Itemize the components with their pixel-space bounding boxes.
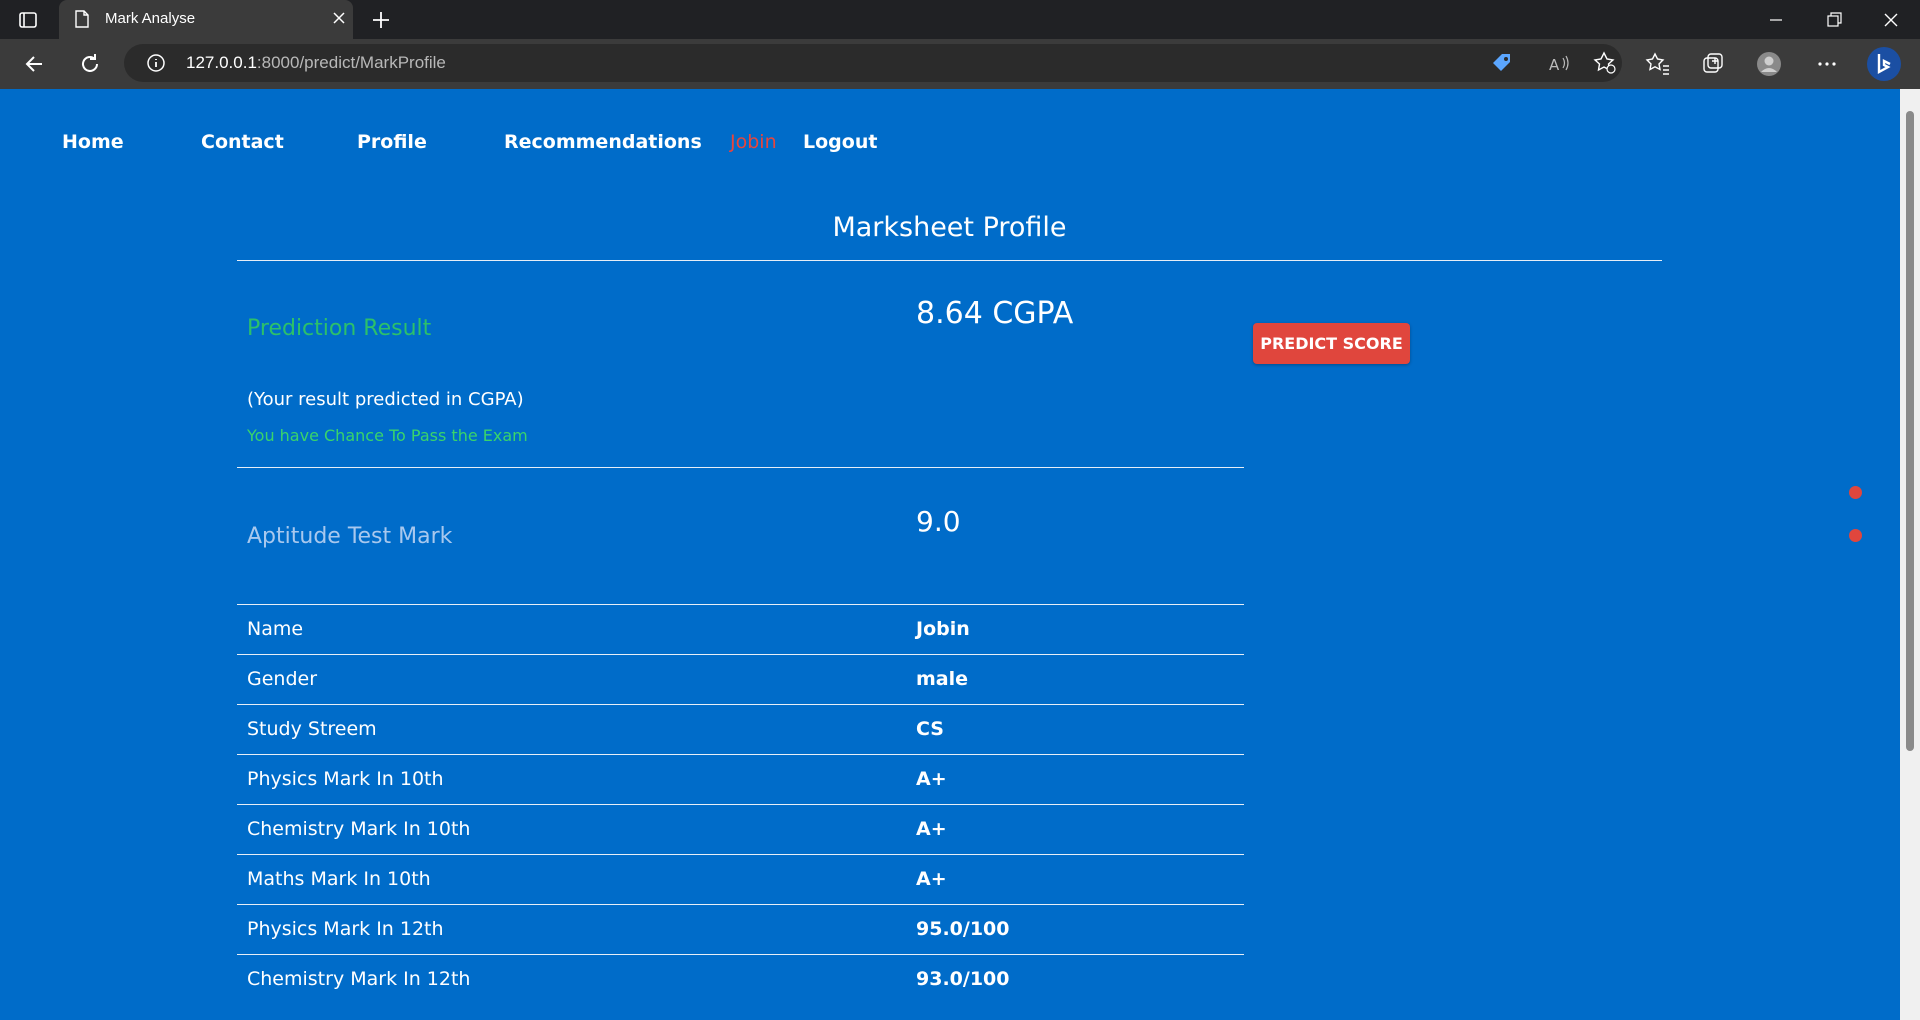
nav-recommendations[interactable]: Recommendations — [504, 131, 702, 153]
prediction-chance: You have Chance To Pass the Exam — [247, 426, 528, 445]
favorites-icon[interactable] — [1645, 51, 1671, 77]
page-icon — [75, 10, 89, 28]
more-options-icon[interactable] — [1814, 51, 1840, 77]
collections-icon[interactable] — [1700, 51, 1726, 77]
browser-toolbar: 127.0.0.1:8000/predict/MarkProfile A — [0, 39, 1920, 89]
add-favorite-icon[interactable] — [1592, 50, 1618, 76]
copilot-icon[interactable] — [1866, 46, 1902, 82]
row-label: Gender — [247, 668, 318, 690]
new-tab-icon[interactable] — [370, 9, 392, 31]
aptitude-label: Aptitude Test Mark — [247, 524, 453, 549]
restore-icon[interactable] — [1822, 8, 1846, 32]
prediction-divider — [237, 467, 1244, 468]
address-bar[interactable]: 127.0.0.1:8000/predict/MarkProfile A — [124, 44, 1622, 82]
prediction-label: Prediction Result — [247, 316, 432, 341]
table-row: Chemistry Mark In 12th 93.0/100 — [237, 954, 1244, 1004]
nav-profile[interactable]: Profile — [357, 131, 427, 153]
row-label: Physics Mark In 12th — [247, 918, 444, 940]
row-value: A+ — [916, 818, 947, 840]
slide-indicator-dot[interactable] — [1849, 486, 1862, 499]
url-text: 127.0.0.1:8000/predict/MarkProfile — [186, 53, 446, 72]
table-row: Gender male — [237, 654, 1244, 704]
row-value: 95.0/100 — [916, 918, 1010, 940]
row-value: CS — [916, 718, 944, 740]
row-value: A+ — [916, 768, 947, 790]
prediction-note: (Your result predicted in CGPA) — [247, 389, 524, 410]
minimize-icon[interactable] — [1764, 8, 1788, 32]
back-icon[interactable] — [22, 51, 48, 77]
row-label: Physics Mark In 10th — [247, 768, 444, 790]
close-tab-icon[interactable] — [329, 8, 349, 28]
table-row: Physics Mark In 12th 95.0/100 — [237, 904, 1244, 954]
browser-tab[interactable]: Mark Analyse — [59, 0, 353, 39]
svg-text:A: A — [1549, 56, 1560, 74]
row-label: Name — [247, 618, 304, 640]
title-divider — [237, 260, 1662, 261]
reload-icon[interactable] — [77, 51, 103, 77]
profile-avatar-icon[interactable] — [1756, 51, 1782, 77]
table-row: Maths Mark In 10th A+ — [237, 854, 1244, 904]
close-window-icon[interactable] — [1879, 8, 1903, 32]
aptitude-value: 9.0 — [916, 505, 961, 538]
page-scrollbar[interactable] — [1900, 89, 1920, 1020]
details-table: Name Jobin Gender male Study Streem CS Phys… — [237, 604, 1244, 1004]
site-info-icon[interactable] — [146, 53, 166, 73]
nav-user[interactable]: Jobin — [730, 131, 777, 153]
table-row: Chemistry Mark In 10th A+ — [237, 804, 1244, 854]
page-title: Marksheet Profile — [832, 212, 1067, 243]
tab-actions-icon[interactable] — [18, 10, 38, 30]
read-aloud-icon[interactable]: A — [1546, 50, 1572, 76]
browser-tabbar: Mark Analyse — [0, 0, 1920, 39]
row-label: Chemistry Mark In 12th — [247, 968, 471, 990]
row-value: male — [916, 668, 969, 690]
row-value: 93.0/100 — [916, 968, 1010, 990]
row-value: Jobin — [916, 618, 970, 640]
tab-title: Mark Analyse — [105, 10, 196, 27]
row-label: Maths Mark In 10th — [247, 868, 431, 890]
predict-score-button[interactable]: PREDICT SCORE — [1253, 323, 1410, 364]
prediction-value: 8.64 CGPA — [916, 296, 1074, 331]
scrollbar-thumb[interactable] — [1906, 111, 1914, 751]
table-row: Name Jobin — [237, 604, 1244, 654]
table-row: Study Streem CS — [237, 704, 1244, 754]
slide-indicator-dot[interactable] — [1849, 529, 1862, 542]
row-value: A+ — [916, 868, 947, 890]
table-row: Physics Mark In 10th A+ — [237, 754, 1244, 804]
nav-home[interactable]: Home — [62, 131, 124, 153]
coupon-tag-icon[interactable] — [1489, 50, 1515, 76]
nav-logout[interactable]: Logout — [803, 131, 877, 153]
site-nav: Home Contact Profile Recommendations Job… — [0, 115, 1200, 165]
nav-contact[interactable]: Contact — [201, 131, 284, 153]
row-label: Chemistry Mark In 10th — [247, 818, 471, 840]
row-label: Study Streem — [247, 718, 377, 740]
